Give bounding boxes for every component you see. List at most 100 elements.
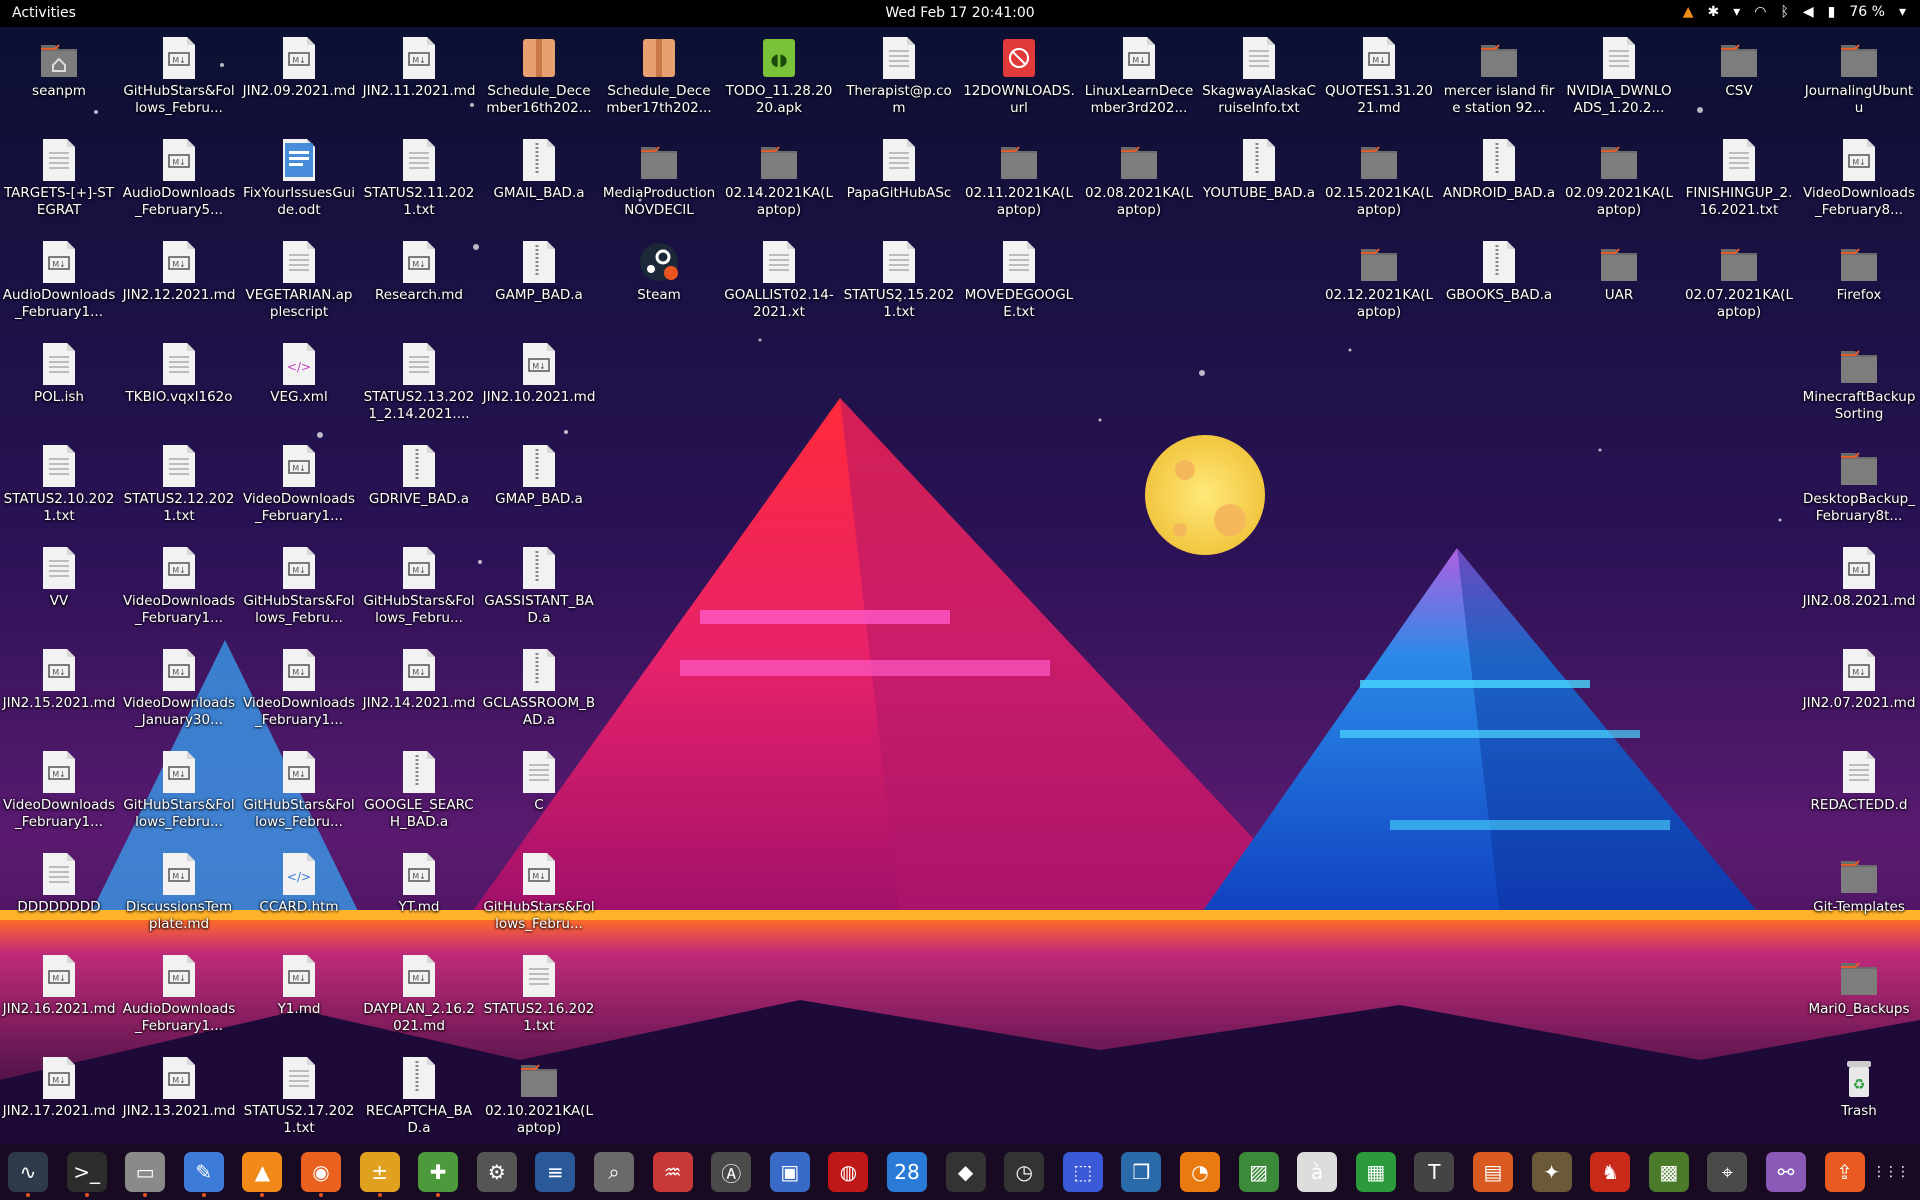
desktop-file[interactable]: STATUS2.10.2021.txt xyxy=(0,439,118,537)
desktop-file[interactable]: MOVEDEGOOGLE.txt xyxy=(960,235,1078,333)
desktop-file[interactable]: YOUTUBE_BAD.a xyxy=(1200,133,1318,231)
desktop-folder[interactable]: Mari0_Backups xyxy=(1800,949,1918,1047)
desktop-folder[interactable]: 02.10.2021KA(Laptop) xyxy=(480,1051,598,1149)
desktop-folder[interactable]: 02.14.2021KA(Laptop) xyxy=(720,133,838,231)
desktop-file[interactable]: </> CCARD.htm xyxy=(240,847,358,945)
clock-icon[interactable]: ◷ xyxy=(1004,1152,1045,1192)
desktop-file[interactable]: M↓ JIN2.12.2021.md xyxy=(120,235,238,333)
desktop-file[interactable]: M↓ JIN2.15.2021.md xyxy=(0,643,118,741)
desktop-file[interactable]: SkagwayAlaskaCruiseInfo.txt xyxy=(1200,31,1318,129)
desktop-file[interactable]: M↓ JIN2.08.2021.md xyxy=(1800,541,1918,639)
desktop-file[interactable]: M↓ JIN2.17.2021.md xyxy=(0,1051,118,1149)
desktop-file[interactable]: M↓ GitHubStars&Follows_Febru... xyxy=(480,847,598,945)
desktop-file[interactable]: STATUS2.11.2021.txt xyxy=(360,133,478,231)
desktop-file[interactable]: GMAIL_BAD.a xyxy=(480,133,598,231)
desktop-file[interactable]: GAMP_BAD.a xyxy=(480,235,598,333)
desktop-folder[interactable]: MediaProductionNOVDECIL xyxy=(600,133,718,231)
desktop-file[interactable]: M↓ YT.md xyxy=(360,847,478,945)
desktop-file[interactable]: </> VEG.xml xyxy=(240,337,358,435)
desktop-file[interactable]: M↓ VideoDownloads_February1... xyxy=(0,745,118,843)
desktop-file[interactable]: GOOGLE_SEARCH_BAD.a xyxy=(360,745,478,843)
desktop-file[interactable]: GOALLIST02.14-2021.xt xyxy=(720,235,838,333)
desktop-file[interactable]: GMAP_BAD.a xyxy=(480,439,598,537)
desktop-file[interactable]: M↓ JIN2.10.2021.md xyxy=(480,337,598,435)
desktop-file[interactable]: GASSISTANT_BAD.a xyxy=(480,541,598,639)
desktop-folder[interactable]: 02.11.2021KA(Laptop) xyxy=(960,133,1078,231)
store-icon[interactable]: ⇪ xyxy=(1824,1152,1865,1192)
typora-icon[interactable]: T xyxy=(1414,1152,1455,1192)
desktop-file[interactable]: FINISHINGUP_2.16.2021.txt xyxy=(1680,133,1798,231)
desktop-folder[interactable]: 02.08.2021KA(Laptop) xyxy=(1080,133,1198,231)
desktop-folder[interactable]: CSV xyxy=(1680,31,1798,129)
desktop-file[interactable]: STATUS2.15.2021.txt xyxy=(840,235,958,333)
maps-icon[interactable]: ⌖ xyxy=(1707,1152,1748,1192)
document-viewer-icon[interactable]: ≡ xyxy=(535,1152,576,1192)
desktop-file[interactable]: M↓ Y1.md xyxy=(240,949,358,1047)
game-icon[interactable]: ◍ xyxy=(828,1152,869,1192)
files-icon[interactable]: ▭ xyxy=(125,1152,166,1197)
desktop-file[interactable]: M↓ GitHubStars&Follows_Febru... xyxy=(120,31,238,129)
desktop-file[interactable]: Schedule_December17th202... xyxy=(600,31,718,129)
desktop-file[interactable]: M↓ AudioDownloads_February1... xyxy=(0,235,118,333)
desktop-file[interactable]: M↓ GitHubStars&Follows_Febru... xyxy=(360,541,478,639)
photos-icon[interactable]: ▨ xyxy=(1238,1152,1279,1192)
accessibility-icon[interactable]: ✱ xyxy=(1708,4,1720,20)
vlc-icon[interactable]: ▲ xyxy=(242,1152,283,1197)
desktop-folder[interactable]: DesktopBackup_February8t... xyxy=(1800,439,1918,537)
desktop-file[interactable]: M↓ JIN2.09.2021.md xyxy=(240,31,358,129)
desktop-folder[interactable]: Firefox xyxy=(1800,235,1918,333)
desktop-file[interactable]: ANDROID_BAD.a xyxy=(1440,133,1558,231)
desktop-file[interactable]: STATUS2.13.2021_2.14.2021.... xyxy=(360,337,478,435)
desktop-file[interactable]: M↓ JIN2.11.2021.md xyxy=(360,31,478,129)
system-monitor-icon[interactable]: ∿ xyxy=(8,1152,48,1197)
extensions-icon[interactable]: ✚ xyxy=(418,1152,459,1197)
desktop-file[interactable]: PapaGitHubASc xyxy=(840,133,958,231)
desktop-file[interactable]: M↓ VideoDownloads_February1... xyxy=(120,541,238,639)
desktop-file[interactable]: M↓ VideoDownloads_February1... xyxy=(240,439,358,537)
desktop-file[interactable]: M↓ JIN2.16.2021.md xyxy=(0,949,118,1047)
character-map-icon[interactable]: à xyxy=(1297,1152,1338,1192)
image-viewer-icon[interactable]: ▣ xyxy=(769,1152,810,1192)
spreadsheet-icon[interactable]: ▦ xyxy=(1355,1152,1396,1192)
chevron-down-icon[interactable]: ▾ xyxy=(1733,4,1740,20)
desktop-file[interactable]: STATUS2.12.2021.txt xyxy=(120,439,238,537)
calculator-icon[interactable]: ± xyxy=(359,1152,400,1197)
desktop-file[interactable]: Steam xyxy=(600,235,718,333)
inkscape-icon[interactable]: ◆ xyxy=(945,1152,986,1192)
desktop-file[interactable]: M↓ VideoDownloads_February8... xyxy=(1800,133,1918,231)
chevron-down-icon[interactable]: ▾ xyxy=(1899,4,1906,20)
desktop-file[interactable]: NVIDIA_DWNLOADS_1.20.2... xyxy=(1560,31,1678,129)
mario-icon[interactable]: ♞ xyxy=(1590,1152,1631,1192)
desktop-file[interactable]: seanpm xyxy=(0,31,118,129)
desktop-file[interactable]: M↓ QUOTES1.31.2021.md xyxy=(1320,31,1438,129)
calendar-icon[interactable]: 28 xyxy=(887,1152,927,1192)
blender-icon[interactable]: ◔ xyxy=(1180,1152,1220,1192)
desktop-folder[interactable]: 02.07.2021KA(Laptop) xyxy=(1680,235,1798,333)
desktop-file[interactable]: M↓ Research.md xyxy=(360,235,478,333)
desktop-file[interactable]: VEGETARIAN.applescript xyxy=(240,235,358,333)
software-center-icon[interactable]: Ⓐ xyxy=(711,1152,752,1192)
desktop-file[interactable]: Therapist@p.com xyxy=(840,31,958,129)
desktop-file[interactable]: M↓ GitHubStars&Follows_Febru... xyxy=(240,541,358,639)
desktop-folder[interactable]: JournalingUbuntu xyxy=(1800,31,1918,129)
desktop-file[interactable]: RECAPTCHA_BAD.a xyxy=(360,1051,478,1149)
desktop-file[interactable]: 12DOWNLOADS.url xyxy=(960,31,1078,129)
desktop-file[interactable]: M↓ LinuxLearnDecember3rd202... xyxy=(1080,31,1198,129)
vlc-tray-icon[interactable]: ▲ xyxy=(1683,4,1694,20)
desktop-file[interactable]: VV xyxy=(0,541,118,639)
desktop-file[interactable]: GBOOKS_BAD.a xyxy=(1440,235,1558,333)
presentation-icon[interactable]: ▤ xyxy=(1473,1152,1513,1192)
desktop-file[interactable]: M↓ VideoDownloads_January30... xyxy=(120,643,238,741)
trash-icon[interactable]: ♻ Trash xyxy=(1800,1051,1918,1149)
desktop-file[interactable]: M↓ DAYPLAN_2.16.2021.md xyxy=(360,949,478,1047)
desktop-folder[interactable]: 02.09.2021KA(Laptop) xyxy=(1560,133,1678,231)
desktop-file[interactable]: M↓ JIN2.14.2021.md xyxy=(360,643,478,741)
desktop-file[interactable]: M↓ JIN2.13.2021.md xyxy=(120,1051,238,1149)
desktop-file[interactable]: M↓ GitHubStars&Follows_Febru... xyxy=(120,745,238,843)
desktop-folder[interactable]: mercer island fire station 92... xyxy=(1440,31,1558,129)
desktop-file[interactable]: ◖◗ TODO_11.28.2020.apk xyxy=(720,31,838,129)
desktop-file[interactable]: STATUS2.17.2021.txt xyxy=(240,1051,358,1149)
minecraft-icon[interactable]: ▩ xyxy=(1648,1152,1689,1192)
show-apps-icon[interactable]: ⋮⋮⋮ xyxy=(1870,1152,1910,1192)
desktop-file[interactable]: M↓ GitHubStars&Follows_Febru... xyxy=(240,745,358,843)
